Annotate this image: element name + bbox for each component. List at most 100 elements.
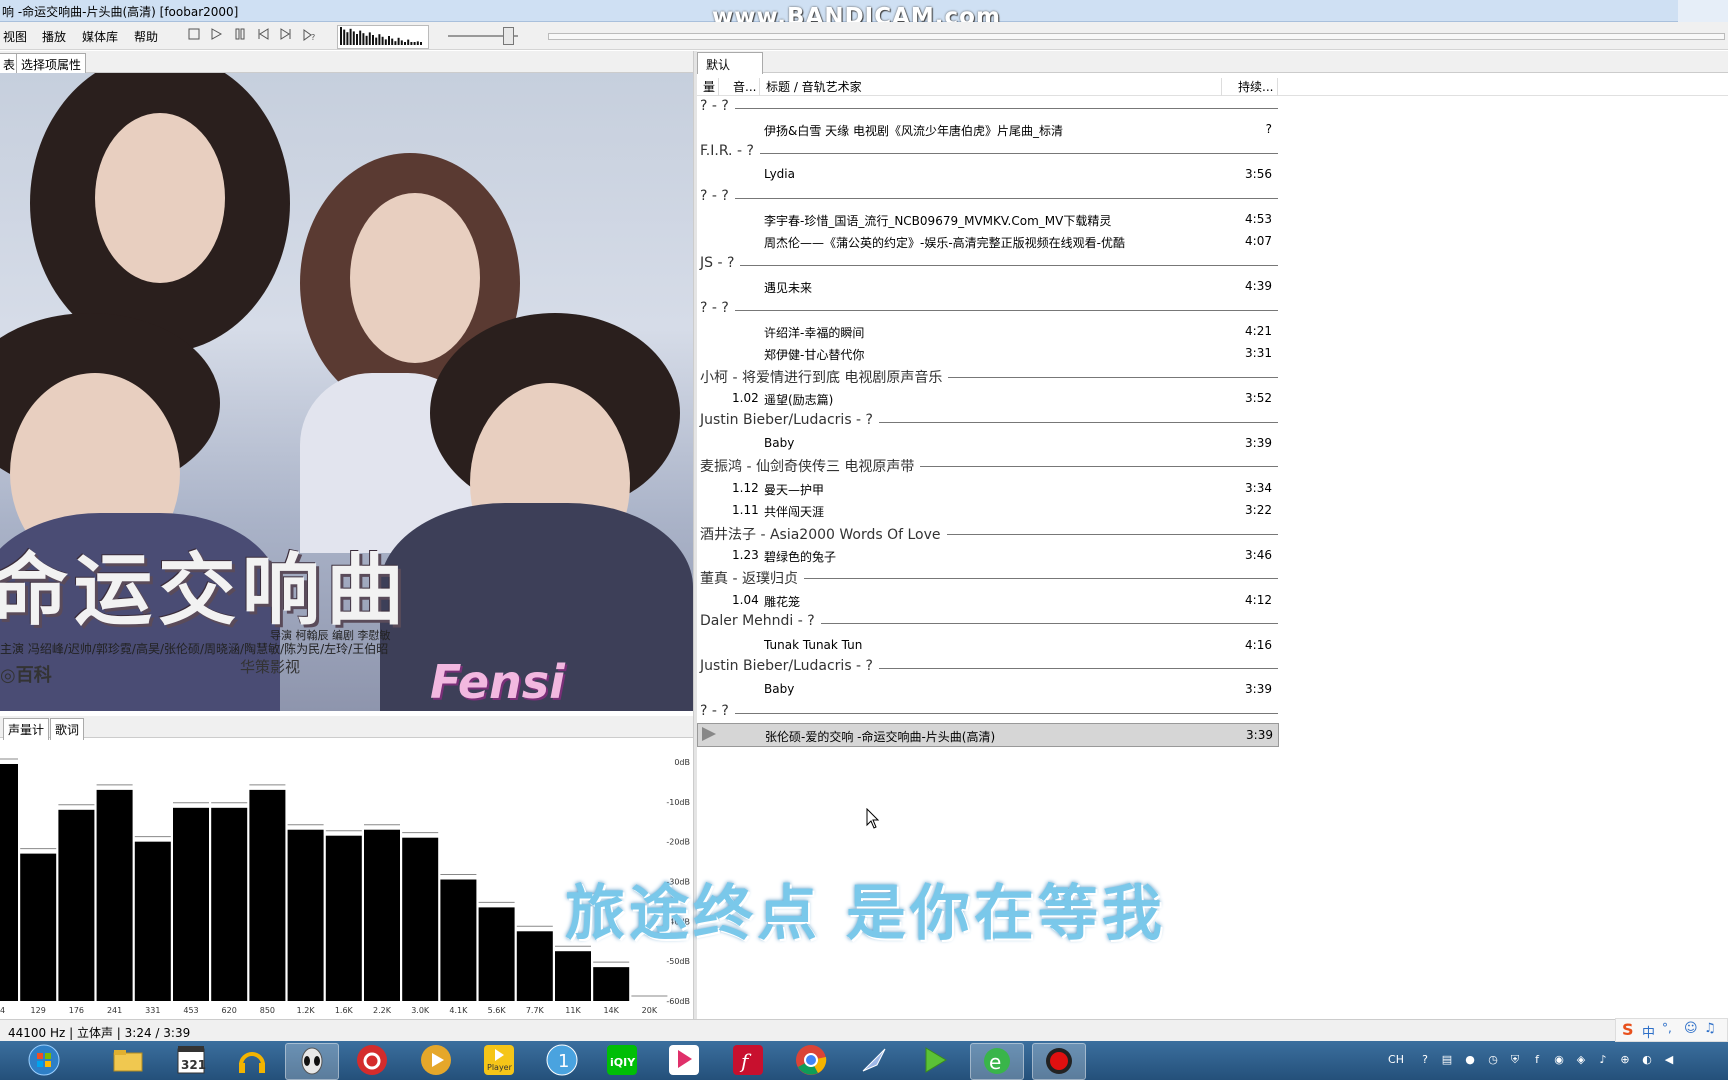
random-icon[interactable]: ? [302, 28, 318, 44]
track-duration: ? [1265, 122, 1272, 136]
start-orb-icon[interactable] [22, 1043, 66, 1078]
player-icon[interactable]: Player [473, 1043, 525, 1078]
chrome-icon[interactable] [785, 1043, 837, 1078]
cover-figure-face [350, 193, 480, 363]
tray-netease-icon[interactable]: ◉ [1552, 1053, 1566, 1067]
tray-speaker-icon[interactable]: ◀ [1662, 1053, 1676, 1067]
tray-clock-icon[interactable]: ◷ [1486, 1053, 1500, 1067]
play-icon[interactable] [208, 28, 224, 44]
menu-playback[interactable]: 播放 [42, 28, 66, 45]
tray-update-icon[interactable]: ⊕ [1618, 1053, 1632, 1067]
playlist-row[interactable]: 郑伊健-甘心替代你 3:31 [697, 342, 1277, 364]
playlist-row[interactable]: Lydia 3:56 [697, 163, 1277, 185]
playlist-group-header[interactable]: ? - ? [700, 298, 1280, 320]
ime-toolbar[interactable]: S 中 °, ☺ ♫ [1615, 1018, 1728, 1042]
ime-mic-icon[interactable]: ♫ [1704, 1021, 1716, 1036]
tab-volume-meter[interactable]: 声量计 [3, 718, 50, 742]
tray-app-icon[interactable]: ◈ [1574, 1053, 1588, 1067]
record-icon[interactable] [1032, 1043, 1086, 1080]
track-number: 1.11 [732, 503, 759, 517]
left-panel-tabs: 表 选择项属性 [0, 51, 696, 77]
iqiyi-icon[interactable]: iQIY [596, 1043, 648, 1078]
tray-volume-icon[interactable]: ♪ [1596, 1053, 1610, 1067]
stop-icon[interactable] [186, 28, 202, 44]
playlist-group-header[interactable]: Justin Bieber/Ludacris - ? [700, 410, 1280, 432]
tray-record-icon[interactable]: ● [1463, 1053, 1477, 1067]
youku-icon[interactable] [658, 1043, 710, 1078]
360-icon[interactable]: 1 [536, 1043, 588, 1078]
headphones-icon[interactable] [226, 1043, 278, 1078]
playlist-group-header[interactable]: 小柯 - 将爱情进行到底 电视剧原声音乐 [700, 365, 1280, 387]
previous-icon[interactable] [255, 28, 271, 44]
spectrum-x-tick: 1.2K [297, 1006, 316, 1015]
group-title: 麦振鸿 - 仙剑奇侠传三 电视原声带 [700, 456, 921, 476]
playlist-row[interactable]: Baby 3:39 [697, 432, 1277, 454]
playlist-group-header[interactable]: 董真 - 返璞归贞 [700, 566, 1280, 588]
playlist-row[interactable]: 伊扬&白雪 天缘 电视剧《风流少年唐伯虎》片尾曲_标清? [697, 118, 1277, 140]
playlist-group-header[interactable]: 酒井法子 - Asia2000 Words Of Love [700, 522, 1280, 544]
playlist-row[interactable]: 许绍洋-幸福的瞬间 4:21 [697, 320, 1277, 342]
playlist-group-header[interactable]: Justin Bieber/Ludacris - ? [700, 656, 1280, 678]
playlist-row[interactable]: 1.02 遥望(励志篇) 3:52 [697, 387, 1277, 409]
volume-slider-knob[interactable] [503, 27, 514, 45]
playlist-group-header[interactable]: JS - ? [700, 253, 1280, 275]
next-icon[interactable] [278, 28, 294, 44]
column-title-artist[interactable]: 标题 / 音轨艺术家 [766, 78, 862, 95]
tray-shield-icon[interactable]: ⛨ [1508, 1053, 1522, 1067]
tray-360-icon[interactable]: ◐ [1640, 1053, 1654, 1067]
playlist-row[interactable]: 周杰伦——《蒲公英的约定》-娱乐-高清完整正版视频在线观看-优酷 4:07 [697, 230, 1277, 252]
seek-bar[interactable] [548, 33, 1725, 40]
pause-icon[interactable] [232, 28, 248, 44]
playlist-row[interactable]: 1.11 共伴闯天涯 3:22 [697, 499, 1277, 521]
video-play-icon[interactable] [908, 1043, 960, 1078]
playlist-group-header[interactable]: ? - ? [700, 701, 1280, 723]
track-duration: 3:39 [1246, 728, 1273, 742]
spectrum-bar [478, 907, 515, 1001]
playlist-row[interactable]: Tunak Tunak Tun 4:16 [697, 634, 1277, 656]
column-track-number[interactable]: 音... [733, 78, 756, 95]
video-321-icon[interactable]: 321 [165, 1043, 217, 1078]
flash-icon[interactable]: f [722, 1043, 774, 1078]
playlist-group-header[interactable]: Daler Mehndi - ? [700, 611, 1280, 633]
playlist-row[interactable]: Baby 3:39 [697, 678, 1277, 700]
column-duration[interactable]: 持续... [1238, 78, 1273, 95]
playlist: ? - ? 伊扬&白雪 天缘 电视剧《风流少年唐伯虎》片尾曲_标清? F.I.R. … [697, 96, 1728, 756]
feather-icon[interactable] [848, 1043, 900, 1078]
spectrum-x-tick: 331 [145, 1006, 160, 1015]
playlist-group-header[interactable]: ? - ? [700, 96, 1280, 118]
window-controls[interactable] [1678, 0, 1728, 22]
spectrum-x-tick: 2.2K [373, 1006, 392, 1015]
playlist-row[interactable]: 1.23 碧绿色的兔子 3:46 [697, 544, 1277, 566]
menu-view[interactable]: 视图 [3, 28, 27, 45]
foobar-alien-icon[interactable] [285, 1043, 339, 1080]
file-explorer-icon[interactable] [102, 1043, 154, 1078]
menu-library[interactable]: 媒体库 [82, 28, 118, 45]
playlist-row[interactable]: 1.04 雕花笼 4:12 [697, 589, 1277, 611]
playlist-row[interactable]: 李宇春-珍惜_国语_流行_NCB09679_MVMKV.Com_MV下载精灵 4:… [697, 208, 1277, 230]
netease-music-icon[interactable] [346, 1043, 398, 1078]
cover-title-art: 命运交响曲 [0, 546, 411, 636]
spectrum-y-tick: -50dB [666, 957, 690, 966]
tray-flash-icon[interactable]: f [1530, 1053, 1544, 1067]
media-player-icon[interactable] [410, 1043, 462, 1078]
ime-mode[interactable]: 中 [1642, 1022, 1655, 1041]
playlist-row-now-playing[interactable]: 张伦硕-爱的交响 -命运交响曲-片头曲(高清) 3:39 [697, 723, 1279, 747]
ime-emoji-icon[interactable]: ☺ [1684, 1021, 1698, 1036]
playlist-group-header[interactable]: F.I.R. - ? [700, 141, 1280, 163]
ime-punct-icon[interactable]: °, [1662, 1021, 1672, 1035]
menu-help[interactable]: 帮助 [134, 28, 158, 45]
tray-lang-indicator[interactable]: CH [1386, 1053, 1406, 1067]
playlist-row[interactable]: 遇见未来 4:39 [697, 275, 1277, 297]
tray-network-icon[interactable]: ▤ [1440, 1053, 1454, 1067]
track-title: 雕花笼 [764, 595, 801, 609]
tray-help-icon[interactable]: ? [1418, 1053, 1432, 1067]
column-playing[interactable]: 量 [703, 78, 715, 95]
spectrum-bar [287, 829, 324, 1001]
playlist-group-header[interactable]: 麦振鸿 - 仙剑奇侠传三 电视原声带 [700, 454, 1280, 476]
tab-lyrics[interactable]: 歌词 [50, 718, 85, 742]
ie-icon[interactable]: e [970, 1043, 1024, 1080]
playlist-row[interactable]: 1.12 曼天—护甲 3:34 [697, 477, 1277, 499]
spectrum-bar [173, 807, 209, 1001]
spectrum-bar [20, 853, 57, 1001]
playlist-group-header[interactable]: ? - ? [700, 186, 1280, 208]
